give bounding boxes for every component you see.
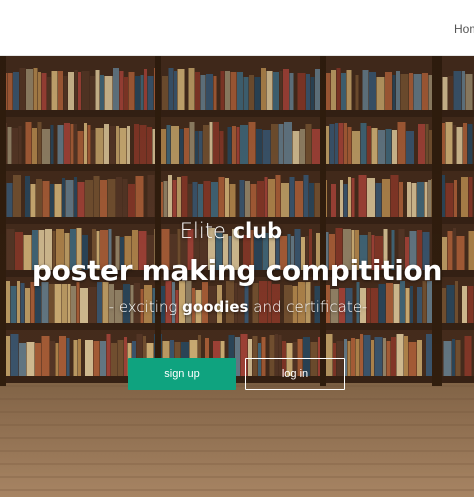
log-in-button[interactable]: log in — [245, 358, 345, 390]
tagline-suffix: and certificate- — [248, 298, 368, 316]
hero-tagline: - exciting goodies and certificate- — [1, 298, 474, 316]
sign-up-button[interactable]: sign up — [128, 358, 236, 390]
tagline-bold: goodies — [182, 298, 249, 316]
nav-link-home[interactable]: Home — [454, 22, 474, 36]
hero-subtitle: Elite club — [0, 219, 468, 243]
hero-section: Elite club poster making compitition - e… — [0, 56, 474, 497]
subtitle-plain: Elite — [179, 219, 233, 243]
subtitle-bold: club — [232, 219, 283, 243]
hero-title: poster making compitition — [31, 254, 443, 287]
tagline-prefix: - exciting — [108, 298, 183, 316]
top-navbar: Home — [0, 0, 474, 56]
